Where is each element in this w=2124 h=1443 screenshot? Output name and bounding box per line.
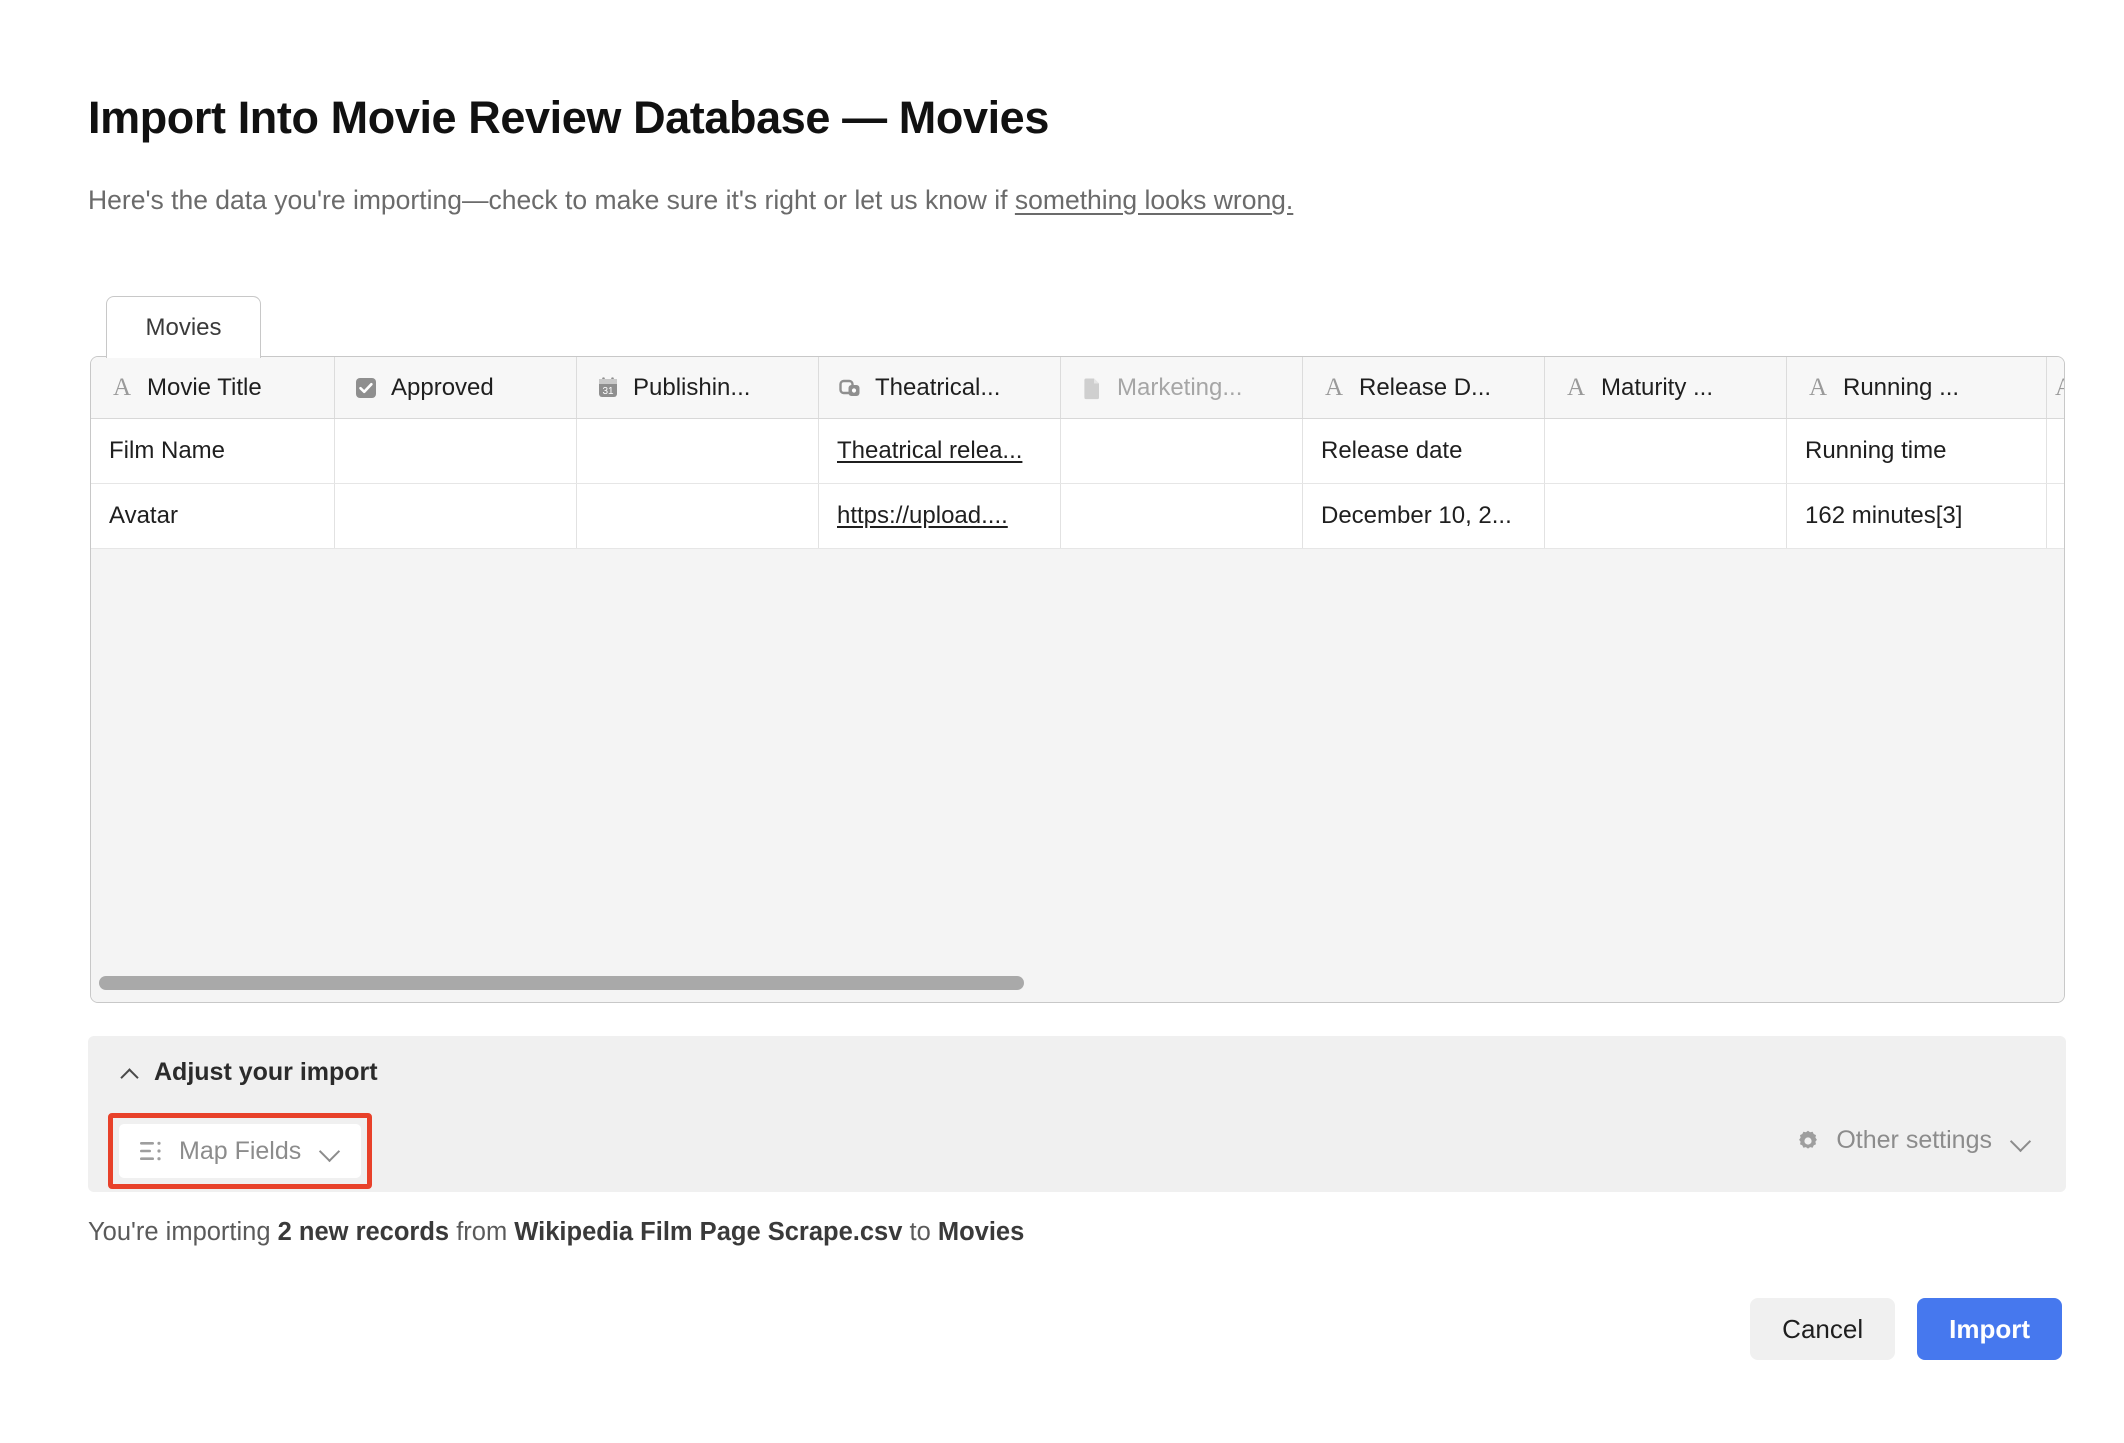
cancel-button[interactable]: Cancel <box>1750 1298 1896 1360</box>
cell-running-time[interactable]: 162 minutes[3] <box>1787 484 2047 548</box>
status-prefix: You're importing <box>88 1218 278 1246</box>
cell-publishing[interactable] <box>577 484 819 548</box>
gear-icon <box>1796 1129 1820 1153</box>
column-header-label: Running ... <box>1843 373 1960 401</box>
page-title: Import Into Movie Review Database — Movi… <box>88 92 1049 143</box>
table-row: Film Name Theatrical relea... Release da… <box>91 419 2064 484</box>
map-fields-label: Map Fields <box>179 1136 302 1165</box>
cell-release-date[interactable]: December 10, 2... <box>1303 484 1545 548</box>
status-middle: from <box>449 1218 515 1246</box>
column-header-theatrical[interactable]: Theatrical... <box>819 357 1061 418</box>
text-field-icon: A <box>1808 374 1828 401</box>
text-field-icon: A <box>2051 375 2064 401</box>
text-field-icon: A <box>112 374 132 401</box>
column-header-approved[interactable]: Approved <box>335 357 577 418</box>
column-header-publishing[interactable]: 31 Publishin... <box>577 357 819 418</box>
column-header-running-time[interactable]: A Running ... <box>1787 357 2047 418</box>
column-header-marketing[interactable]: Marketing... <box>1061 357 1303 418</box>
cell-movie-title[interactable]: Avatar <box>91 484 335 548</box>
something-looks-wrong-link[interactable]: something looks wrong. <box>1015 185 1293 215</box>
map-fields-highlight: Map Fields <box>108 1113 373 1189</box>
column-header-maturity[interactable]: A Maturity ... <box>1545 357 1787 418</box>
import-summary-status: You're importing 2 new records from Wiki… <box>88 1218 1024 1247</box>
svg-text:31: 31 <box>602 386 614 397</box>
column-header-label: Release D... <box>1359 373 1492 401</box>
document-field-icon <box>1079 375 1105 401</box>
cell-maturity[interactable] <box>1545 419 1787 483</box>
cell-approved[interactable] <box>335 484 577 548</box>
column-header-label: Theatrical... <box>875 373 1001 401</box>
cell-running-time[interactable]: Running time <box>1787 419 2047 483</box>
cell-theatrical-link[interactable]: https://upload.... <box>837 502 1008 530</box>
cell-marketing[interactable] <box>1061 484 1303 548</box>
adjust-import-label: Adjust your import <box>154 1058 378 1086</box>
column-header-movie-title[interactable]: A Movie Title <box>91 357 335 418</box>
cell-approved[interactable] <box>335 419 577 483</box>
column-header-label: Maturity ... <box>1601 373 1714 401</box>
adjust-import-toggle[interactable]: Adjust your import <box>120 1058 378 1087</box>
footer-actions: Cancel Import <box>1750 1298 2062 1360</box>
preview-grid: A Movie Title Approved 31 Publishin... T… <box>91 357 2064 549</box>
status-suffix: to <box>902 1218 938 1246</box>
tab-strip: Movies <box>106 296 261 358</box>
other-settings-button[interactable]: Other settings <box>1796 1126 2032 1155</box>
map-fields-icon <box>139 1140 163 1162</box>
date-field-icon: 31 <box>595 375 621 401</box>
status-destination-table: Movies <box>937 1218 1025 1246</box>
horizontal-scrollbar-thumb[interactable] <box>99 976 1024 990</box>
cell-maturity[interactable] <box>1545 484 1787 548</box>
text-field-icon: A <box>1566 374 1586 401</box>
attachment-field-icon <box>837 375 863 401</box>
tab-movies[interactable]: Movies <box>106 296 261 358</box>
text-field-icon: A <box>1324 374 1344 401</box>
cell-movie-title[interactable]: Film Name <box>91 419 335 483</box>
column-header-label: Movie Title <box>147 373 262 401</box>
grid-empty-area <box>91 549 2064 1002</box>
cell-theatrical[interactable]: https://upload.... <box>819 484 1061 548</box>
table-header-row: A Movie Title Approved 31 Publishin... T… <box>91 357 2064 419</box>
column-header-release-date[interactable]: A Release D... <box>1303 357 1545 418</box>
cell-theatrical[interactable]: Theatrical relea... <box>819 419 1061 483</box>
import-dialog: Import Into Movie Review Database — Movi… <box>0 0 2124 1443</box>
cell-next-partial[interactable] <box>2047 419 2064 483</box>
cell-marketing[interactable] <box>1061 419 1303 483</box>
other-settings-label: Other settings <box>1836 1126 1992 1154</box>
cell-publishing[interactable] <box>577 419 819 483</box>
cell-theatrical-link[interactable]: Theatrical relea... <box>837 437 1022 465</box>
cell-next-partial[interactable] <box>2047 484 2064 548</box>
import-preview-table: A Movie Title Approved 31 Publishin... T… <box>90 356 2065 1003</box>
horizontal-scrollbar[interactable] <box>91 970 2064 996</box>
subtitle-text: Here's the data you're importing—check t… <box>88 185 1015 215</box>
chevron-down-icon <box>317 1144 341 1158</box>
chevron-up-icon <box>120 1067 140 1079</box>
cell-release-date[interactable]: Release date <box>1303 419 1545 483</box>
status-record-count: 2 new records <box>277 1218 450 1246</box>
column-header-label: Marketing... <box>1117 373 1243 401</box>
chevron-down-icon <box>2008 1134 2032 1148</box>
table-row: Avatar https://upload.... December 10, 2… <box>91 484 2064 549</box>
page-subtitle: Here's the data you're importing—check t… <box>88 185 1293 216</box>
import-button[interactable]: Import <box>1917 1298 2062 1360</box>
column-header-label: Approved <box>391 373 494 401</box>
map-fields-button[interactable]: Map Fields <box>119 1124 362 1178</box>
checkbox-field-icon <box>353 375 379 401</box>
column-header-next-partial[interactable]: A <box>2047 357 2064 418</box>
column-header-label: Publishin... <box>633 373 751 401</box>
adjust-import-panel: Adjust your import Map Fields Other sett… <box>88 1036 2066 1192</box>
status-source-file: Wikipedia Film Page Scrape.csv <box>514 1218 903 1246</box>
